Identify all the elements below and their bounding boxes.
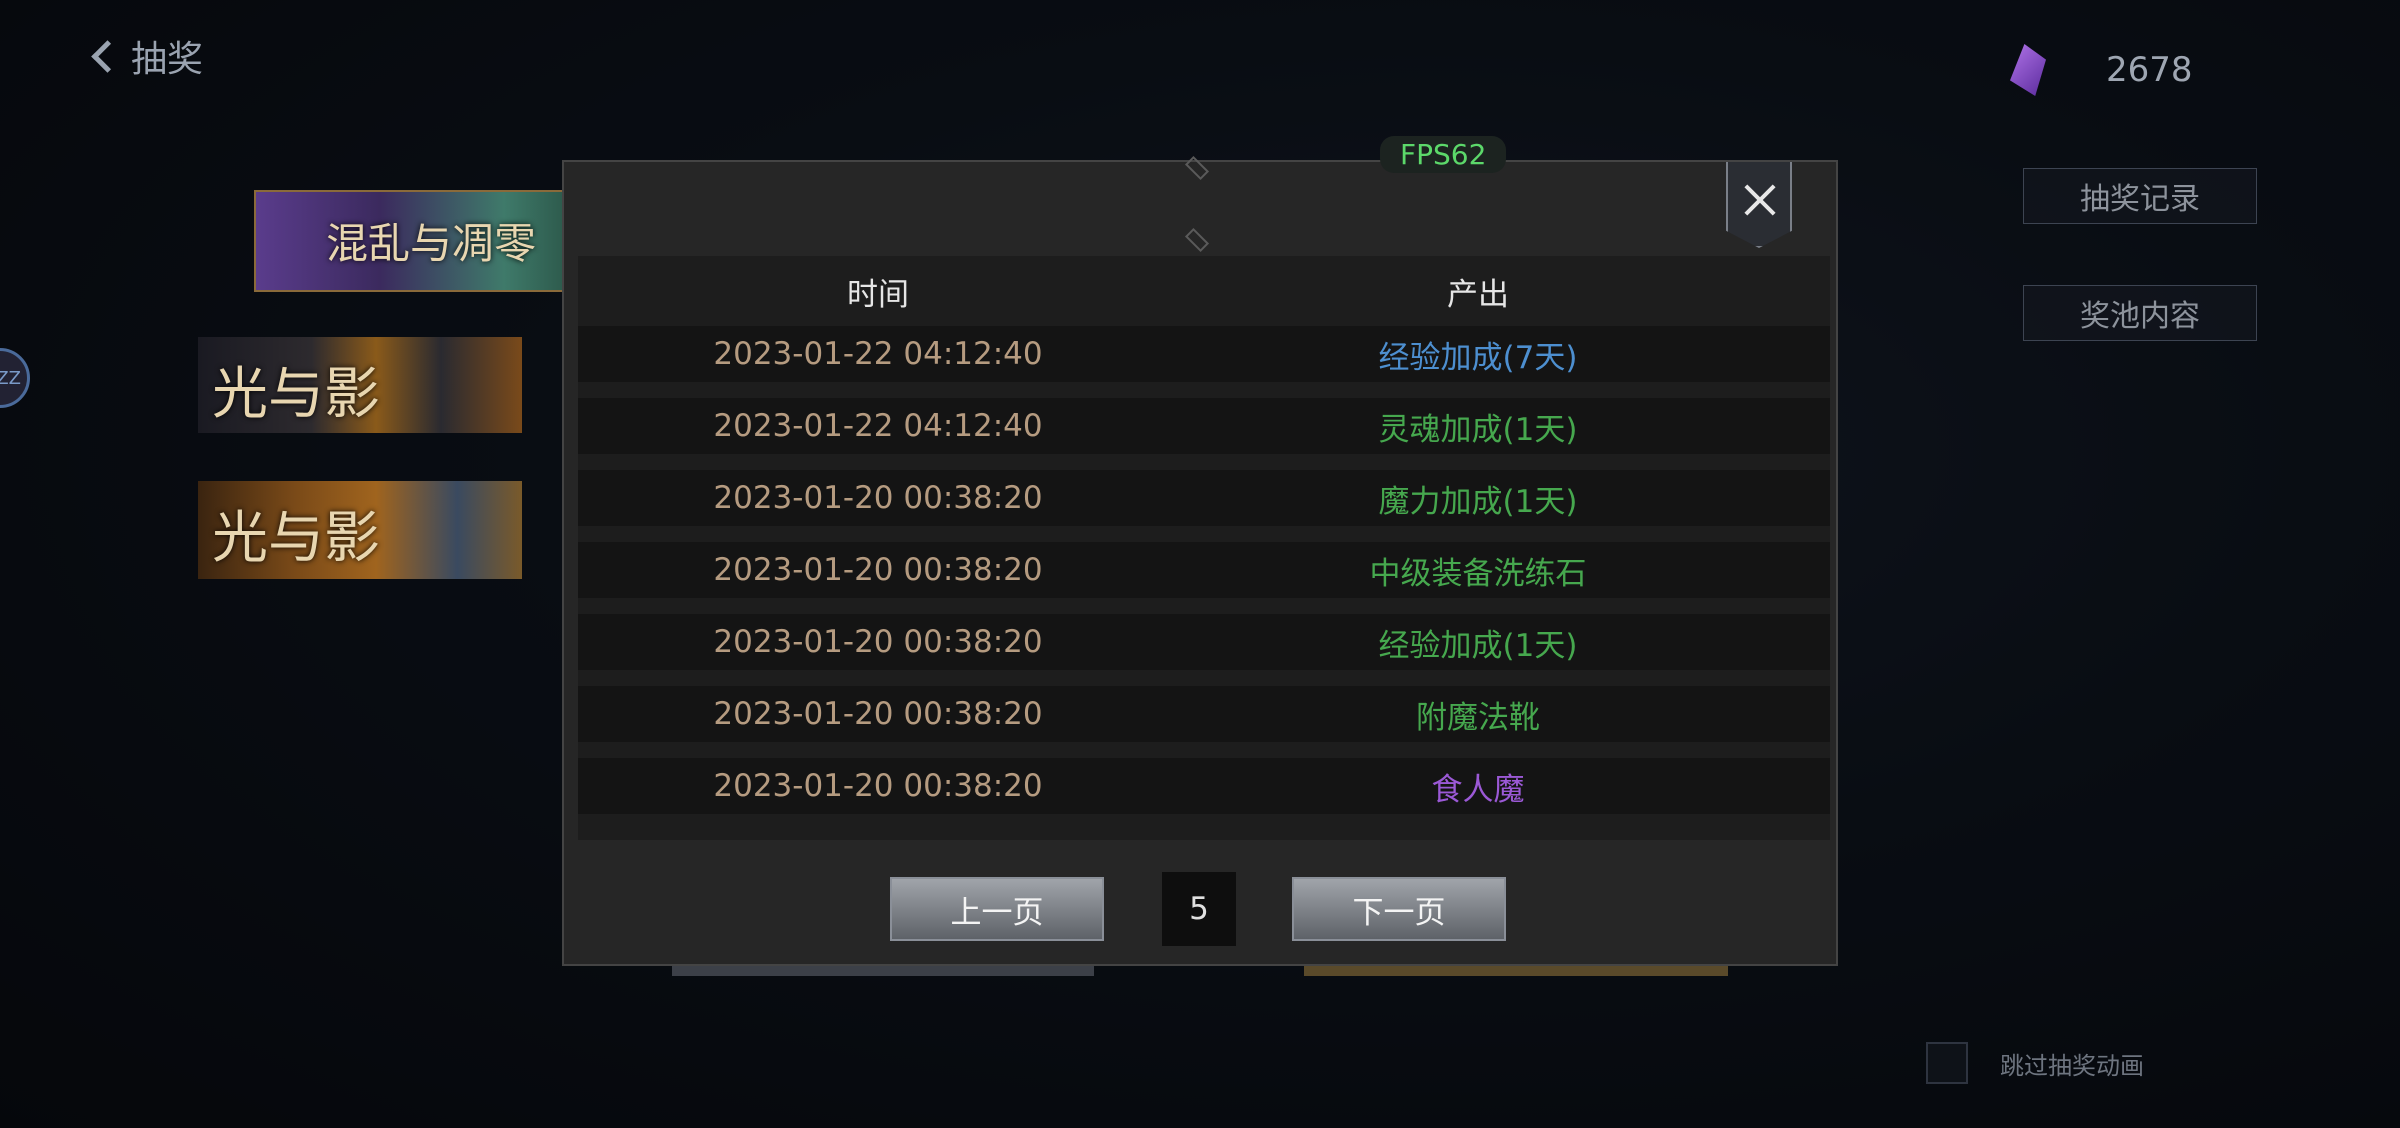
banner-title: 光与影 <box>212 506 380 571</box>
currency-display: 2678 <box>2010 44 2193 96</box>
pagination: 上一页 5 下一页 <box>890 872 1506 946</box>
banner-title: 光与影 <box>212 362 380 427</box>
next-page-button[interactable]: 下一页 <box>1292 877 1506 941</box>
row-time: 2023-01-22 04:12:40 <box>713 336 1043 372</box>
fps-counter: FPS62 <box>1380 136 1507 173</box>
banner-light-shadow-2[interactable]: 光与影 <box>198 481 522 579</box>
row-output: 附魔法靴 <box>1416 699 1540 736</box>
row-output: 食人魔 <box>1431 771 1525 808</box>
row-time: 2023-01-20 00:38:20 <box>713 552 1043 588</box>
banner-chaos-withering[interactable]: 混乱与凋零 <box>254 190 568 292</box>
table-row: 2023-01-20 00:38:20 食人魔 <box>578 758 1830 814</box>
row-time: 2023-01-20 00:38:20 <box>713 696 1043 732</box>
row-time: 2023-01-20 00:38:20 <box>713 768 1043 804</box>
column-header-output: 产出 <box>1447 276 1509 313</box>
table-row: 2023-01-20 00:38:20 中级装备洗练石 <box>578 542 1830 598</box>
purple-crystal-icon <box>2010 44 2046 96</box>
row-time: 2023-01-20 00:38:20 <box>713 624 1043 660</box>
record-table: 时间 产出 2023-01-22 04:12:40 经验加成(7天) 2023-… <box>578 256 1830 840</box>
ornament-icon <box>1168 232 1224 244</box>
row-output: 灵魂加成(1天) <box>1378 411 1578 448</box>
close-button[interactable] <box>1726 162 1792 248</box>
draw-record-dialog: 时间 产出 2023-01-22 04:12:40 经验加成(7天) 2023-… <box>562 160 1838 966</box>
ornament-icon <box>1168 160 1224 172</box>
banner-light-shadow-1[interactable]: 光与影 <box>198 337 522 433</box>
prev-page-button[interactable]: 上一页 <box>890 877 1104 941</box>
row-output: 魔力加成(1天) <box>1378 483 1578 520</box>
column-header-time: 时间 <box>847 276 909 313</box>
draw-record-button[interactable]: 抽奖记录 <box>2023 168 2257 224</box>
table-row: 2023-01-20 00:38:20 经验加成(1天) <box>578 614 1830 670</box>
pool-content-button[interactable]: 奖池内容 <box>2023 285 2257 341</box>
row-output: 经验加成(7天) <box>1378 339 1578 376</box>
avatar-label: ZZ <box>0 367 21 389</box>
chevron-left-icon <box>91 39 124 73</box>
back-label: 抽奖 <box>131 39 204 80</box>
currency-amount: 2678 <box>2106 50 2193 90</box>
row-output: 经验加成(1天) <box>1378 627 1578 664</box>
table-row: 2023-01-20 00:38:20 附魔法靴 <box>578 686 1830 742</box>
banner-title: 混乱与凋零 <box>326 219 537 268</box>
table-header: 时间 产出 <box>578 256 1830 326</box>
back-button[interactable]: 抽奖 <box>91 30 204 82</box>
table-row: 2023-01-22 04:12:40 经验加成(7天) <box>578 326 1830 382</box>
table-row: 2023-01-22 04:12:40 灵魂加成(1天) <box>578 398 1830 454</box>
row-time: 2023-01-20 00:38:20 <box>713 480 1043 516</box>
skip-label: 跳过抽奖动画 <box>2000 1051 2144 1080</box>
table-row: 2023-01-20 00:38:20 魔力加成(1天) <box>578 470 1830 526</box>
skip-checkbox[interactable] <box>1926 1042 1968 1084</box>
skip-animation-toggle[interactable]: 跳过抽奖动画 <box>1926 1042 2144 1084</box>
row-output: 中级装备洗练石 <box>1369 555 1587 592</box>
row-time: 2023-01-22 04:12:40 <box>713 408 1043 444</box>
page-number: 5 <box>1162 872 1236 946</box>
